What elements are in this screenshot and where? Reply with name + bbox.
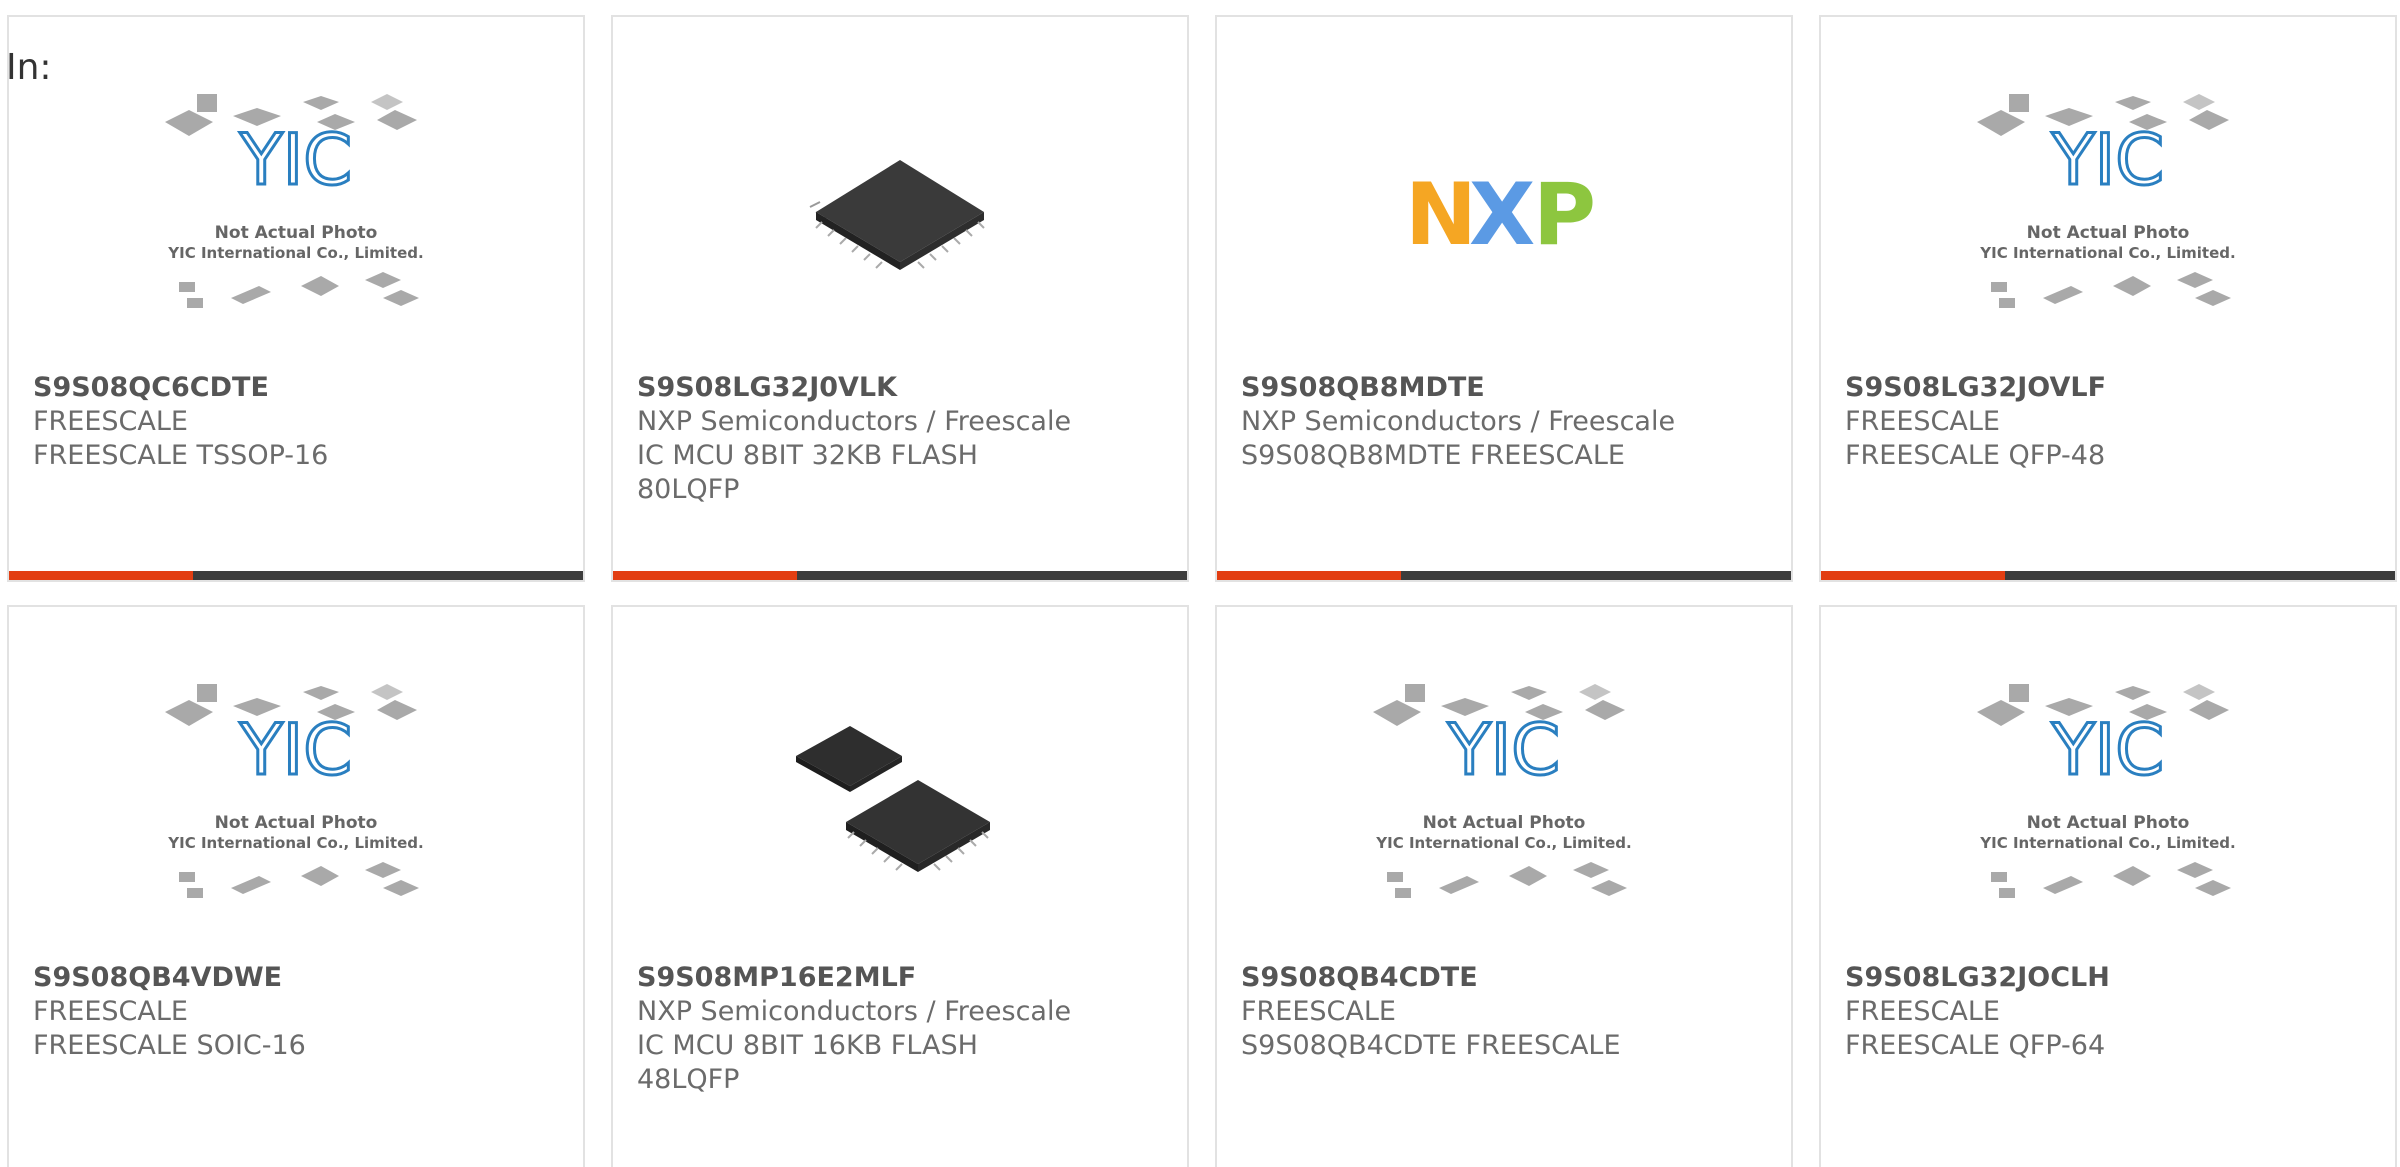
product-info: S9S08LG32JOVLF FREESCALE FREESCALE QFP-4… [1845, 371, 2375, 473]
product-grid-page: In: YIC Not Actual Photo YIC Internation… [0, 0, 2400, 1167]
part-number[interactable]: S9S08QB4VDWE [33, 961, 563, 995]
product-info: S9S08LG32J0VLK NXP Semiconductors / Free… [637, 371, 1167, 507]
description-line: S9S08QB4CDTE FREESCALE [1241, 1030, 1621, 1061]
placeholder-note: Not Actual Photo [1423, 813, 1586, 833]
description-line: 80LQFP [637, 474, 740, 505]
product-info: S9S08QB4VDWE FREESCALE FREESCALE SOIC-16 [33, 961, 563, 1063]
product-card[interactable]: S9S08MP16E2MLF NXP Semiconductors / Free… [611, 605, 1189, 1167]
placeholder-company: YIC International Co., Limited. [1979, 834, 2235, 852]
yic-placeholder-image: YIC Not Actual Photo YIC International C… [1977, 684, 2236, 898]
placeholder-company: YIC International Co., Limited. [1375, 834, 1631, 852]
yic-placeholder-image: YIC Not Actual Photo YIC International C… [165, 684, 424, 898]
yic-logo-icon: YIC [1447, 709, 1560, 791]
yic-logo-icon: YIC [2051, 709, 2164, 791]
description-line: 48LQFP [637, 1064, 740, 1095]
product-image[interactable] [613, 77, 1187, 347]
nxp-logo-letter-n: N [1405, 165, 1477, 262]
product-info: S9S08LG32JOCLH FREESCALE FREESCALE QFP-6… [1845, 961, 2375, 1063]
product-image-placeholder[interactable]: YIC Not Actual Photo YIC International C… [1217, 667, 1791, 937]
manufacturer: NXP Semiconductors / Freescale [637, 996, 1072, 1027]
yic-placeholder-image: YIC Not Actual Photo YIC International C… [1977, 94, 2236, 308]
part-number[interactable]: S9S08QC6CDTE [33, 371, 563, 405]
yic-placeholder-image: YIC Not Actual Photo YIC International C… [1373, 684, 1632, 898]
description-line: FREESCALE QFP-64 [1845, 1030, 2106, 1061]
placeholder-note: Not Actual Photo [2027, 813, 2190, 833]
product-card[interactable]: YIC Not Actual Photo YIC International C… [1819, 15, 2397, 582]
product-card[interactable]: S9S08LG32J0VLK NXP Semiconductors / Free… [611, 15, 1189, 582]
product-image[interactable]: N X P [1217, 77, 1791, 347]
part-number[interactable]: S9S08LG32JOCLH [1845, 961, 2375, 995]
part-number[interactable]: S9S08LG32JOVLF [1845, 371, 2375, 405]
placeholder-note: Not Actual Photo [2027, 223, 2190, 243]
manufacturer: FREESCALE [33, 996, 188, 1027]
manufacturer: FREESCALE [33, 406, 188, 437]
part-number[interactable]: S9S08QB8MDTE [1241, 371, 1771, 405]
product-card[interactable]: YIC Not Actual Photo YIC International C… [1819, 605, 2397, 1167]
manufacturer: FREESCALE [1845, 406, 2000, 437]
filter-label: In: [6, 47, 52, 88]
qfp-chip-image [809, 160, 985, 270]
product-info: S9S08QB4CDTE FREESCALE S9S08QB4CDTE FREE… [1241, 961, 1771, 1063]
description-line: FREESCALE TSSOP-16 [33, 440, 329, 471]
description-line: IC MCU 8BIT 32KB FLASH [637, 440, 978, 471]
product-info: S9S08MP16E2MLF NXP Semiconductors / Free… [637, 961, 1167, 1097]
nxp-logo-letter-x: X [1469, 165, 1535, 262]
manufacturer: FREESCALE [1845, 996, 2000, 1027]
card-accent-bar [9, 571, 583, 580]
description-line: IC MCU 8BIT 16KB FLASH [637, 1030, 978, 1061]
part-number[interactable]: S9S08QB4CDTE [1241, 961, 1771, 995]
placeholder-note: Not Actual Photo [215, 223, 378, 243]
yic-logo-icon: YIC [239, 119, 352, 201]
manufacturer: NXP Semiconductors / Freescale [1241, 406, 1676, 437]
two-chips-image [796, 726, 990, 872]
product-card[interactable]: N X P S9S08QB8MDTE NXP Semiconductors / … [1215, 15, 1793, 582]
nxp-logo-letter-p: P [1533, 165, 1596, 262]
yic-placeholder-image: YIC Not Actual Photo YIC International C… [165, 94, 424, 308]
part-number[interactable]: S9S08LG32J0VLK [637, 371, 1167, 405]
product-info: S9S08QB8MDTE NXP Semiconductors / Freesc… [1241, 371, 1771, 473]
product-image-placeholder[interactable]: YIC Not Actual Photo YIC International C… [1821, 667, 2395, 937]
card-accent-bar [1217, 571, 1791, 580]
product-image-placeholder[interactable]: YIC Not Actual Photo YIC International C… [1821, 77, 2395, 347]
placeholder-company: YIC International Co., Limited. [167, 834, 423, 852]
description-line: FREESCALE SOIC-16 [33, 1030, 306, 1061]
nxp-logo-icon: N X P [1405, 165, 1596, 262]
product-card[interactable]: YIC Not Actual Photo YIC International C… [7, 605, 585, 1167]
placeholder-company: YIC International Co., Limited. [1979, 244, 2235, 262]
product-image[interactable] [613, 667, 1187, 937]
description-line: FREESCALE QFP-48 [1845, 440, 2106, 471]
card-accent-bar [613, 571, 1187, 580]
placeholder-note: Not Actual Photo [215, 813, 378, 833]
product-info: S9S08QC6CDTE FREESCALE FREESCALE TSSOP-1… [33, 371, 563, 473]
manufacturer: NXP Semiconductors / Freescale [637, 406, 1072, 437]
description-line: S9S08QB8MDTE FREESCALE [1241, 440, 1625, 471]
product-card[interactable]: YIC Not Actual Photo YIC International C… [1215, 605, 1793, 1167]
yic-logo-icon: YIC [239, 709, 352, 791]
manufacturer: FREESCALE [1241, 996, 1396, 1027]
part-number[interactable]: S9S08MP16E2MLF [637, 961, 1167, 995]
yic-logo-icon: YIC [2051, 119, 2164, 201]
placeholder-company: YIC International Co., Limited. [167, 244, 423, 262]
product-image-placeholder[interactable]: YIC Not Actual Photo YIC International C… [9, 77, 583, 347]
card-accent-bar [1821, 571, 2395, 580]
product-image-placeholder[interactable]: YIC Not Actual Photo YIC International C… [9, 667, 583, 937]
product-card[interactable]: YIC Not Actual Photo YIC International C… [7, 15, 585, 582]
